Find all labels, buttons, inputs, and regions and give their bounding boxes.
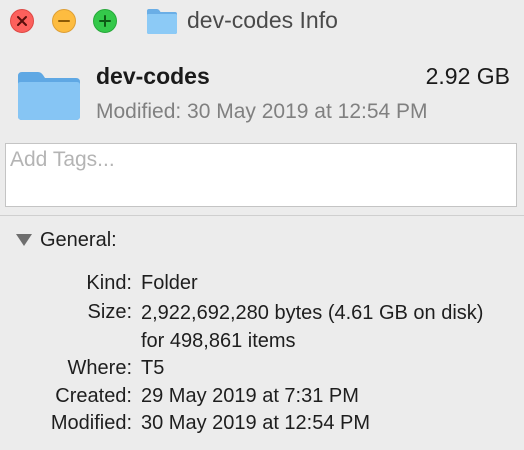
item-size: 2.92 GB (425, 63, 510, 89)
window-title: dev-codes Info (187, 7, 338, 33)
add-tags-field[interactable] (5, 143, 517, 207)
close-icon (17, 16, 27, 26)
info-value: 29 May 2019 at 7:31 PM (141, 385, 359, 407)
section-divider (0, 215, 524, 216)
info-header: dev-codes 2.92 GB Modified: 30 May 2019 … (0, 42, 524, 136)
close-button[interactable] (10, 9, 34, 33)
info-value: 30 May 2019 at 12:54 PM (141, 412, 371, 434)
zoom-icon (99, 15, 111, 27)
info-value: 2,922,692,280 bytes (4.61 GB on disk) fo… (141, 302, 484, 352)
info-value: T5 (141, 357, 165, 379)
item-modified: Modified: 30 May 2019 at 12:54 PM (96, 100, 428, 123)
info-label: Where: (67, 357, 132, 379)
disclosure-triangle-icon[interactable] (14, 232, 34, 248)
info-label: Kind: (86, 272, 132, 294)
folder-icon (16, 70, 82, 127)
info-value: Folder (141, 272, 198, 294)
title-bar: dev-codes Info (0, 0, 524, 42)
item-name: dev-codes (96, 63, 210, 89)
minimize-icon (58, 20, 70, 22)
info-label: Created: (55, 385, 132, 407)
zoom-button[interactable] (93, 9, 117, 33)
folder-icon (146, 7, 178, 40)
minimize-button[interactable] (52, 9, 76, 33)
info-label: Modified: (50, 412, 132, 434)
info-label: Size: (87, 301, 132, 323)
section-title-general[interactable]: General: (40, 227, 117, 253)
